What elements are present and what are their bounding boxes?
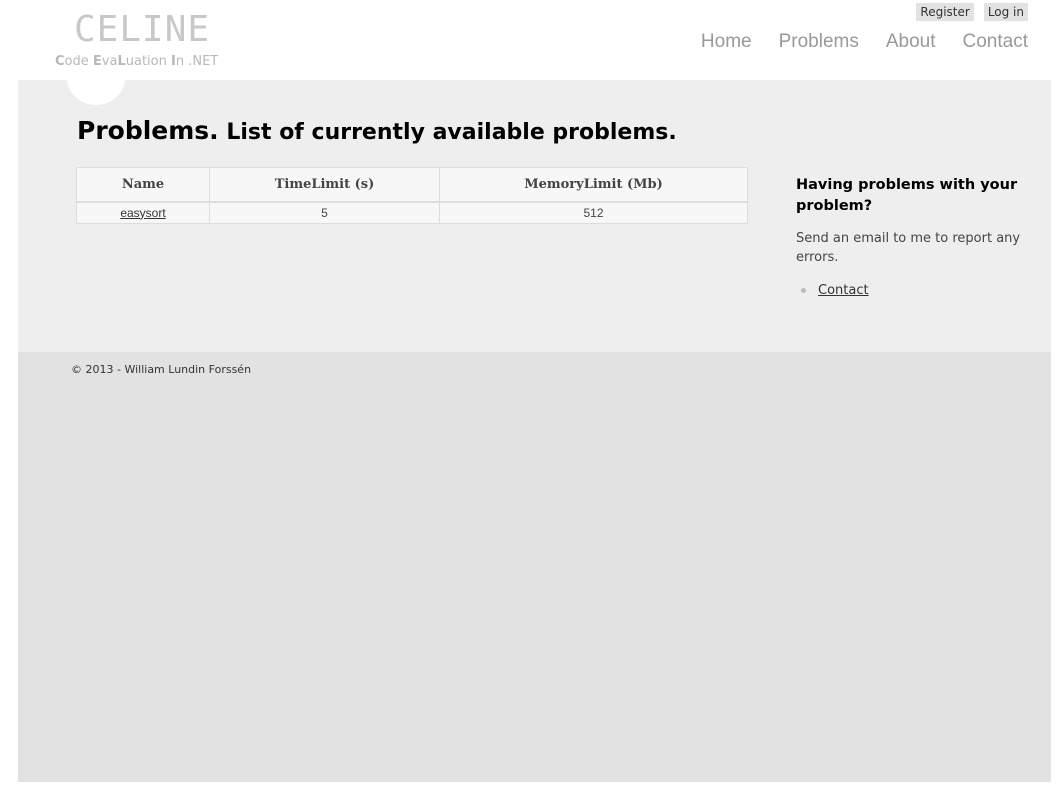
memory-limit-cell: 512 xyxy=(439,201,748,224)
logo-subtitle-part: ode xyxy=(64,54,93,69)
copyright-text: © 2013 - William Lundin Forssén xyxy=(71,363,252,376)
logo-subtitle-part: L xyxy=(117,54,126,69)
nav-problems[interactable]: Problems xyxy=(779,31,859,53)
log-in-link[interactable]: Log in xyxy=(983,3,1028,21)
register-link[interactable]: Register xyxy=(916,3,974,21)
decorative-bubble xyxy=(66,80,126,105)
list-item: Contact xyxy=(796,283,1026,298)
main-nav: Home Problems About Contact xyxy=(701,31,1028,53)
site-header: CELINE Code EvaLuation In .NET Register … xyxy=(0,0,1063,80)
login-links: Register Log in xyxy=(916,3,1028,21)
bullet-icon xyxy=(801,288,806,293)
time-limit-cell: 5 xyxy=(209,201,440,224)
problem-link[interactable]: easysort xyxy=(120,206,165,220)
site-logo-title[interactable]: CELINE xyxy=(74,9,210,50)
nav-contact[interactable]: Contact xyxy=(963,31,1028,53)
nav-home[interactable]: Home xyxy=(701,31,752,53)
help-links: Contact xyxy=(796,283,1026,298)
site-logo-subtitle: Code EvaLuation In .NET xyxy=(55,54,218,69)
logo-subtitle-part: n xyxy=(175,54,189,69)
logo-subtitle-part: E xyxy=(92,54,102,69)
logo-subtitle-part: C xyxy=(55,54,65,69)
column-header-memory-limit: MemoryLimit (Mb) xyxy=(439,167,748,203)
nav-about[interactable]: About xyxy=(886,31,936,53)
page-title-strong: Problems. xyxy=(77,116,219,145)
help-text: Send an email to me to report any errors… xyxy=(796,231,1021,265)
page-title: Problems. List of currently available pr… xyxy=(77,116,677,145)
problem-name-cell: easysort xyxy=(76,201,210,224)
column-header-time-limit: TimeLimit (s) xyxy=(209,167,440,203)
logo-subtitle-part: uation xyxy=(125,54,171,69)
logo-subtitle-part: .NET xyxy=(188,54,219,69)
help-sidebar: Having problems with your problem? Send … xyxy=(796,175,1026,298)
contact-link[interactable]: Contact xyxy=(818,283,869,298)
table-row: easysort 5 512 xyxy=(76,201,748,224)
problems-table: Name TimeLimit (s) MemoryLimit (Mb) easy… xyxy=(76,167,748,224)
logo-subtitle-part: va xyxy=(101,54,118,69)
main-content: Problems. List of currently available pr… xyxy=(18,80,1051,352)
site-footer: © 2013 - William Lundin Forssén xyxy=(18,352,1051,782)
column-header-name: Name xyxy=(76,167,210,203)
help-heading: Having problems with your problem? xyxy=(796,177,1018,214)
page-title-rest: List of currently available problems. xyxy=(226,120,677,145)
table-header-row: Name TimeLimit (s) MemoryLimit (Mb) xyxy=(76,167,748,203)
